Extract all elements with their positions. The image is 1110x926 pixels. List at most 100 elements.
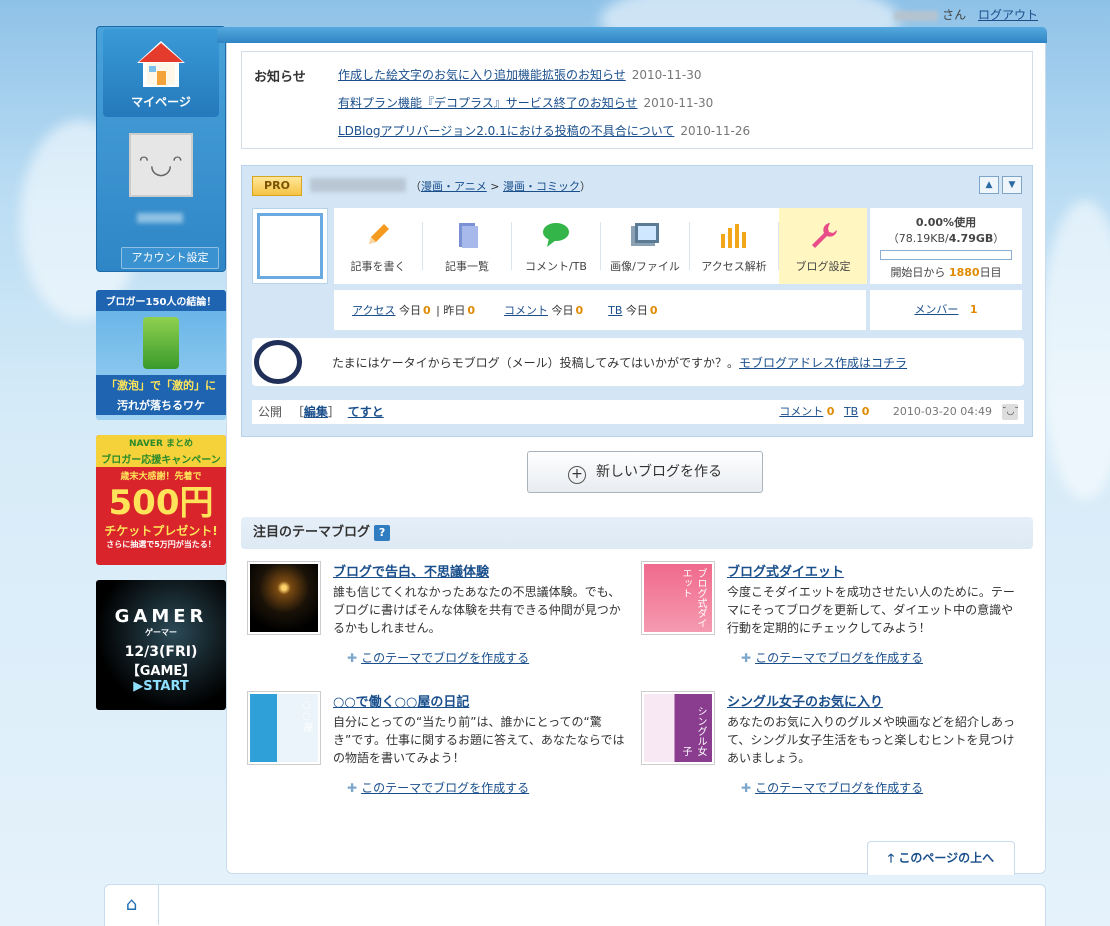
access-link[interactable]: アクセス — [352, 304, 395, 317]
usage-used: （78.19KB/ — [887, 232, 949, 245]
face-icon: ˘◡˘ — [1002, 404, 1019, 420]
tool-label: 記事を書く — [350, 260, 406, 273]
news-item: 作成した絵文字のお気に入り追加機能拡張のお知らせ 2010-11-30 — [338, 66, 702, 83]
move-up-button[interactable]: ▲ — [979, 176, 999, 194]
days-prefix: 開始日から — [890, 266, 946, 279]
post-title-link[interactable]: てすと — [348, 405, 384, 419]
access-analysis-button[interactable]: アクセス解析 — [690, 208, 778, 284]
image-caption: ○○屋 — [250, 694, 318, 762]
logout-link[interactable]: ログアウト — [978, 8, 1038, 22]
tool-label: コメント/TB — [525, 260, 587, 273]
main-panel: お知らせ 作成した絵文字のお気に入り追加機能拡張のお知らせ 2010-11-30 … — [217, 27, 1047, 875]
ad-text: ゲーマー — [145, 628, 177, 637]
post-comment-link[interactable]: コメント — [779, 405, 823, 418]
theme-create-link[interactable]: このテーマでブログを作成する — [361, 651, 529, 665]
theme-title-link[interactable]: ○○で働く○○屋の日記 — [333, 691, 469, 710]
stat-label: 今日 — [625, 304, 648, 317]
ad-big-text: 500円 — [108, 483, 214, 523]
plus-circle-icon: + — [568, 466, 586, 484]
stat-label: 今日 — [551, 304, 574, 317]
storage-usage: 0.00%使用 （78.19KB/4.79GB） 開始日から 1880日目 — [870, 208, 1022, 284]
theme-item: ブログで告白、不思議体験 誰も信じてくれなかったあなたの不思議体験。でも、ブログ… — [247, 561, 627, 681]
stat-value: 0 — [467, 304, 475, 317]
theme-create-row: ✚ このテーマでブログを作成する — [347, 649, 529, 666]
avatar[interactable]: ᵔ◡ᵔ — [129, 133, 193, 197]
product-image — [143, 317, 179, 369]
blog-settings-button[interactable]: ブログ設定 — [779, 208, 867, 284]
ad-banner-gamer[interactable]: GAMER ゲーマー 12/3(FRI) 【GAME】 ▶START — [96, 580, 226, 710]
post-tb-link[interactable]: TB — [844, 405, 858, 418]
move-down-button[interactable]: ▼ — [1002, 176, 1022, 194]
tb-link[interactable]: TB — [608, 304, 622, 317]
diet-image[interactable]: ブログ式ダイエット — [641, 561, 715, 635]
create-blog-label: 新しいブログを作る — [596, 464, 722, 480]
blog-title-blurred[interactable] — [310, 178, 406, 192]
article-list-button[interactable]: 記事一覧 — [423, 208, 511, 284]
member-count: メンバー 1 — [870, 290, 1022, 330]
bar-chart-icon — [690, 220, 778, 258]
home-icon[interactable]: ⌂ — [105, 885, 159, 925]
tool-label: 記事一覧 — [445, 260, 489, 273]
news-link[interactable]: 作成した絵文字のお気に入り追加機能拡張のお知らせ — [338, 68, 626, 82]
page-top-button[interactable]: 🡑 このページの上へ — [867, 841, 1015, 875]
ad-text: 【GAME】 — [126, 664, 196, 679]
image-icon — [601, 220, 689, 258]
theme-create-link[interactable]: このテーマでブログを作成する — [755, 651, 923, 665]
stat-value: 0 — [575, 304, 584, 317]
ad-banner-cleaner[interactable]: ブロガー150人の結論！ 「激泡」で「激的」に 汚れが落ちるワケ — [96, 290, 226, 420]
blog-category: （漫画・アニメ > 漫画・コミック） — [410, 178, 591, 194]
document-icon — [423, 220, 511, 258]
theme-description: 自分にとっての“当たり前”は、誰かにとっての“驚き”です。仕事に関するお題に答え… — [333, 715, 625, 765]
theme-title-link[interactable]: ブログ式ダイエット — [727, 561, 844, 580]
edit-link[interactable]: 編集 — [304, 405, 328, 419]
mypage-button[interactable]: マイページ — [103, 29, 219, 117]
news-link[interactable]: 有料プラン機能『デコプラス』サービス終了のお知らせ — [338, 96, 638, 110]
days-suffix: 日目 — [979, 266, 1002, 279]
wrench-icon — [779, 220, 867, 258]
help-icon[interactable]: ? — [374, 525, 391, 541]
single-woman-image[interactable]: シングル女子 — [641, 691, 715, 765]
days-count: 1880 — [948, 266, 980, 279]
moblog-link[interactable]: モブログアドレス作成はコチラ — [739, 356, 907, 370]
theme-title-link[interactable]: ブログで告白、不思議体験 — [333, 561, 489, 580]
comment-tb-button[interactable]: コメント/TB — [512, 208, 600, 284]
usage-progress-bar — [880, 250, 1012, 260]
theme-create-link[interactable]: このテーマでブログを作成する — [361, 781, 529, 795]
comment-link[interactable]: コメント — [504, 304, 548, 317]
image-caption: シングル女子 — [644, 694, 712, 762]
theme-title-link[interactable]: シングル女子のお気に入り — [727, 691, 883, 710]
ad-text: ▶START — [133, 679, 189, 694]
theme-create-row: ✚ このテーマでブログを作成する — [741, 779, 923, 796]
ad-banner-naver[interactable]: NAVER まとめ ブロガー応援キャンペーン 歳末大感謝！先着で 500円 チケ… — [96, 435, 226, 565]
blog-order-controls: ▲ ▼ — [976, 176, 1022, 194]
post-meta: コメント 0 TB 0 2010-03-20 04:49 — [779, 400, 992, 424]
usage-detail: （78.19KB/4.79GB） — [870, 230, 1022, 246]
worker-image[interactable]: ○○屋 — [247, 691, 321, 765]
candle-image[interactable] — [247, 561, 321, 635]
news-link[interactable]: LDBlogアプリバージョン2.0.1における投稿の不具合について — [338, 124, 674, 138]
ad-text: ブロガー150人の結論！ — [96, 290, 226, 311]
blog-toolbar: 記事を書く 記事一覧 コメント/TB 画像/ファイル アクセス解析 ブログ設定 — [334, 208, 867, 284]
account-bar: さん ログアウト — [894, 6, 1038, 23]
top-border-band — [217, 27, 1047, 43]
username-blurred — [137, 213, 183, 223]
tip-text: たまにはケータイからモブログ（メール）投稿してみてはいかがですか？。 — [332, 356, 740, 370]
account-settings-button[interactable]: アカウント設定 — [121, 247, 219, 269]
category-link[interactable]: 漫画・アニメ — [421, 180, 487, 193]
latest-post-row: 公開 ［編集］ てすと コメント 0 TB 0 2010-03-20 04:49… — [252, 400, 1024, 424]
news-date: 2010-11-30 — [631, 68, 702, 82]
write-article-button[interactable]: 記事を書く — [334, 208, 422, 284]
tip-message: たまにはケータイからモブログ（メール）投稿してみてはいかがですか？。モブログアド… — [332, 354, 907, 371]
theme-item: ○○屋 ○○で働く○○屋の日記 自分にとっての“当たり前”は、誰かにとっての“驚… — [247, 691, 627, 811]
ad-text: チケットプレゼント! — [104, 524, 218, 538]
stat-separator: | — [436, 304, 440, 317]
usage-total: 4.79GB — [948, 232, 994, 245]
image-file-button[interactable]: 画像/ファイル — [601, 208, 689, 284]
usage-percent: 0.00%使用 — [915, 216, 977, 229]
theme-create-link[interactable]: このテーマでブログを作成する — [755, 781, 923, 795]
create-new-blog-button[interactable]: + 新しいブログを作る — [527, 451, 763, 493]
blog-thumbnail[interactable] — [252, 208, 328, 284]
member-link[interactable]: メンバー — [914, 303, 958, 316]
subcategory-link[interactable]: 漫画・コミック — [503, 180, 580, 193]
theme-create-row: ✚ このテーマでブログを作成する — [347, 779, 529, 796]
